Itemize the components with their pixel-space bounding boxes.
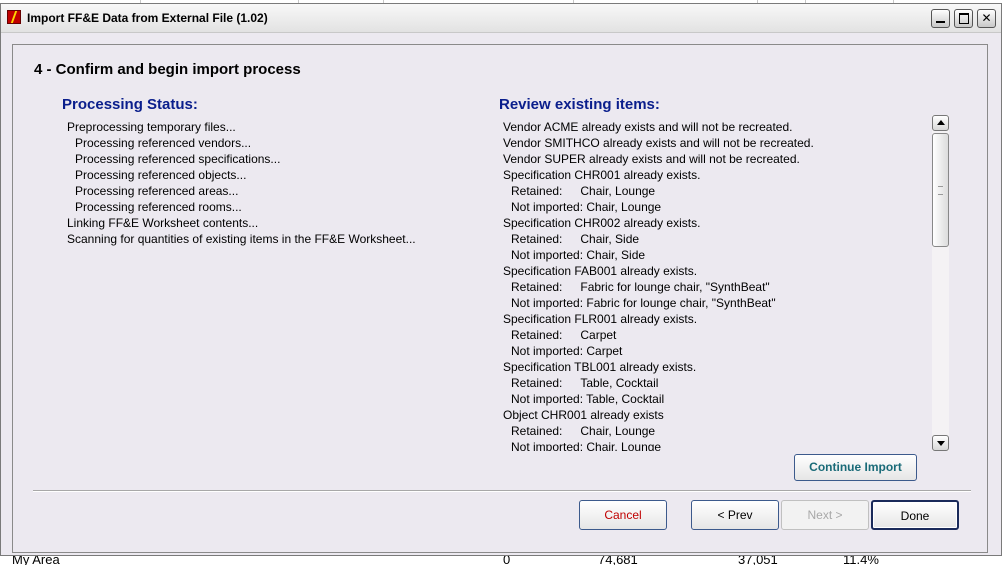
review-line: Specification TBL001 already exists. — [503, 360, 697, 374]
review-line: Specification FAB001 already exists. — [503, 264, 698, 278]
bg-row-name: My Area — [12, 556, 60, 565]
review-line: Not imported: Chair, Lounge — [511, 440, 662, 451]
review-line: Retained: Table, Cocktail — [511, 376, 659, 390]
next-button[interactable]: Next > — [781, 500, 869, 530]
review-line: Not imported: Carpet — [511, 344, 623, 358]
maximize-button[interactable] — [954, 9, 973, 28]
review-existing-header: Review existing items: — [499, 96, 660, 113]
close-button[interactable]: ✕ — [977, 9, 996, 28]
step-title: 4 - Confirm and begin import process — [34, 61, 301, 78]
review-line: Not imported: Chair, Lounge — [511, 200, 662, 214]
review-line: Not imported: Chair, Side — [511, 248, 646, 262]
scroll-down-arrow-icon[interactable] — [932, 435, 949, 451]
review-line: Specification FLR001 already exists. — [503, 312, 698, 326]
review-existing-list[interactable]: Vendor ACME already exists and will not … — [501, 115, 950, 451]
processing-status-list: Preprocessing temporary files... Process… — [67, 119, 416, 247]
app-logo-icon — [7, 10, 21, 24]
review-line: Retained: Chair, Lounge — [511, 424, 656, 438]
background-table-row: My Area 0 74,681 37,051 11.4% — [0, 556, 1002, 565]
bg-row-col3: 37,051 — [738, 556, 778, 565]
review-line: Retained: Chair, Side — [511, 232, 640, 246]
status-line: Scanning for quantities of existing item… — [67, 232, 416, 246]
status-line: Processing referenced rooms... — [75, 200, 242, 214]
import-dialog: Import FF&E Data from External File (1.0… — [0, 3, 1002, 556]
minimize-button[interactable] — [931, 9, 950, 28]
review-line: Not imported: Fabric for lounge chair, "… — [511, 296, 776, 310]
review-line: Specification CHR001 already exists. — [503, 168, 701, 182]
status-line: Processing referenced vendors... — [75, 136, 252, 150]
bg-row-col4: 11.4% — [843, 556, 879, 565]
bg-row-col1: 0 — [503, 556, 511, 565]
status-line: Processing referenced specifications... — [75, 152, 281, 166]
review-line: Object CHR001 already exists — [503, 408, 664, 422]
title-bar[interactable]: Import FF&E Data from External File (1.0… — [1, 4, 1001, 33]
review-line: Not imported: Table, Cocktail — [511, 392, 665, 406]
review-line: Vendor SMITHCO already exists and will n… — [503, 136, 814, 150]
divider — [33, 490, 971, 492]
review-line: Retained: Chair, Lounge — [511, 184, 656, 198]
cancel-button[interactable]: Cancel — [579, 500, 667, 530]
scroll-up-arrow-icon[interactable] — [932, 115, 949, 131]
bg-row-col2: 74,681 — [598, 556, 638, 565]
review-line: Vendor ACME already exists and will not … — [503, 120, 793, 134]
window-title: Import FF&E Data from External File (1.0… — [27, 11, 268, 25]
status-line: Processing referenced objects... — [75, 168, 247, 182]
review-line: Specification CHR002 already exists. — [503, 216, 701, 230]
status-line: Processing referenced areas... — [75, 184, 239, 198]
processing-status-header: Processing Status: — [62, 96, 198, 113]
review-scrollbar[interactable] — [932, 115, 949, 451]
review-line: Retained: Carpet — [511, 328, 617, 342]
review-line: Retained: Fabric for lounge chair, "Synth… — [511, 280, 770, 294]
wizard-panel: 4 - Confirm and begin import process Pro… — [12, 44, 988, 553]
review-line: Vendor SUPER already exists and will not… — [503, 152, 800, 166]
scroll-thumb[interactable] — [932, 133, 949, 247]
continue-import-button[interactable]: Continue Import — [794, 454, 917, 481]
status-line: Linking FF&E Worksheet contents... — [67, 216, 259, 230]
done-button[interactable]: Done — [871, 500, 959, 530]
prev-button[interactable]: < Prev — [691, 500, 779, 530]
close-icon: ✕ — [981, 11, 992, 25]
status-line: Preprocessing temporary files... — [67, 120, 236, 134]
